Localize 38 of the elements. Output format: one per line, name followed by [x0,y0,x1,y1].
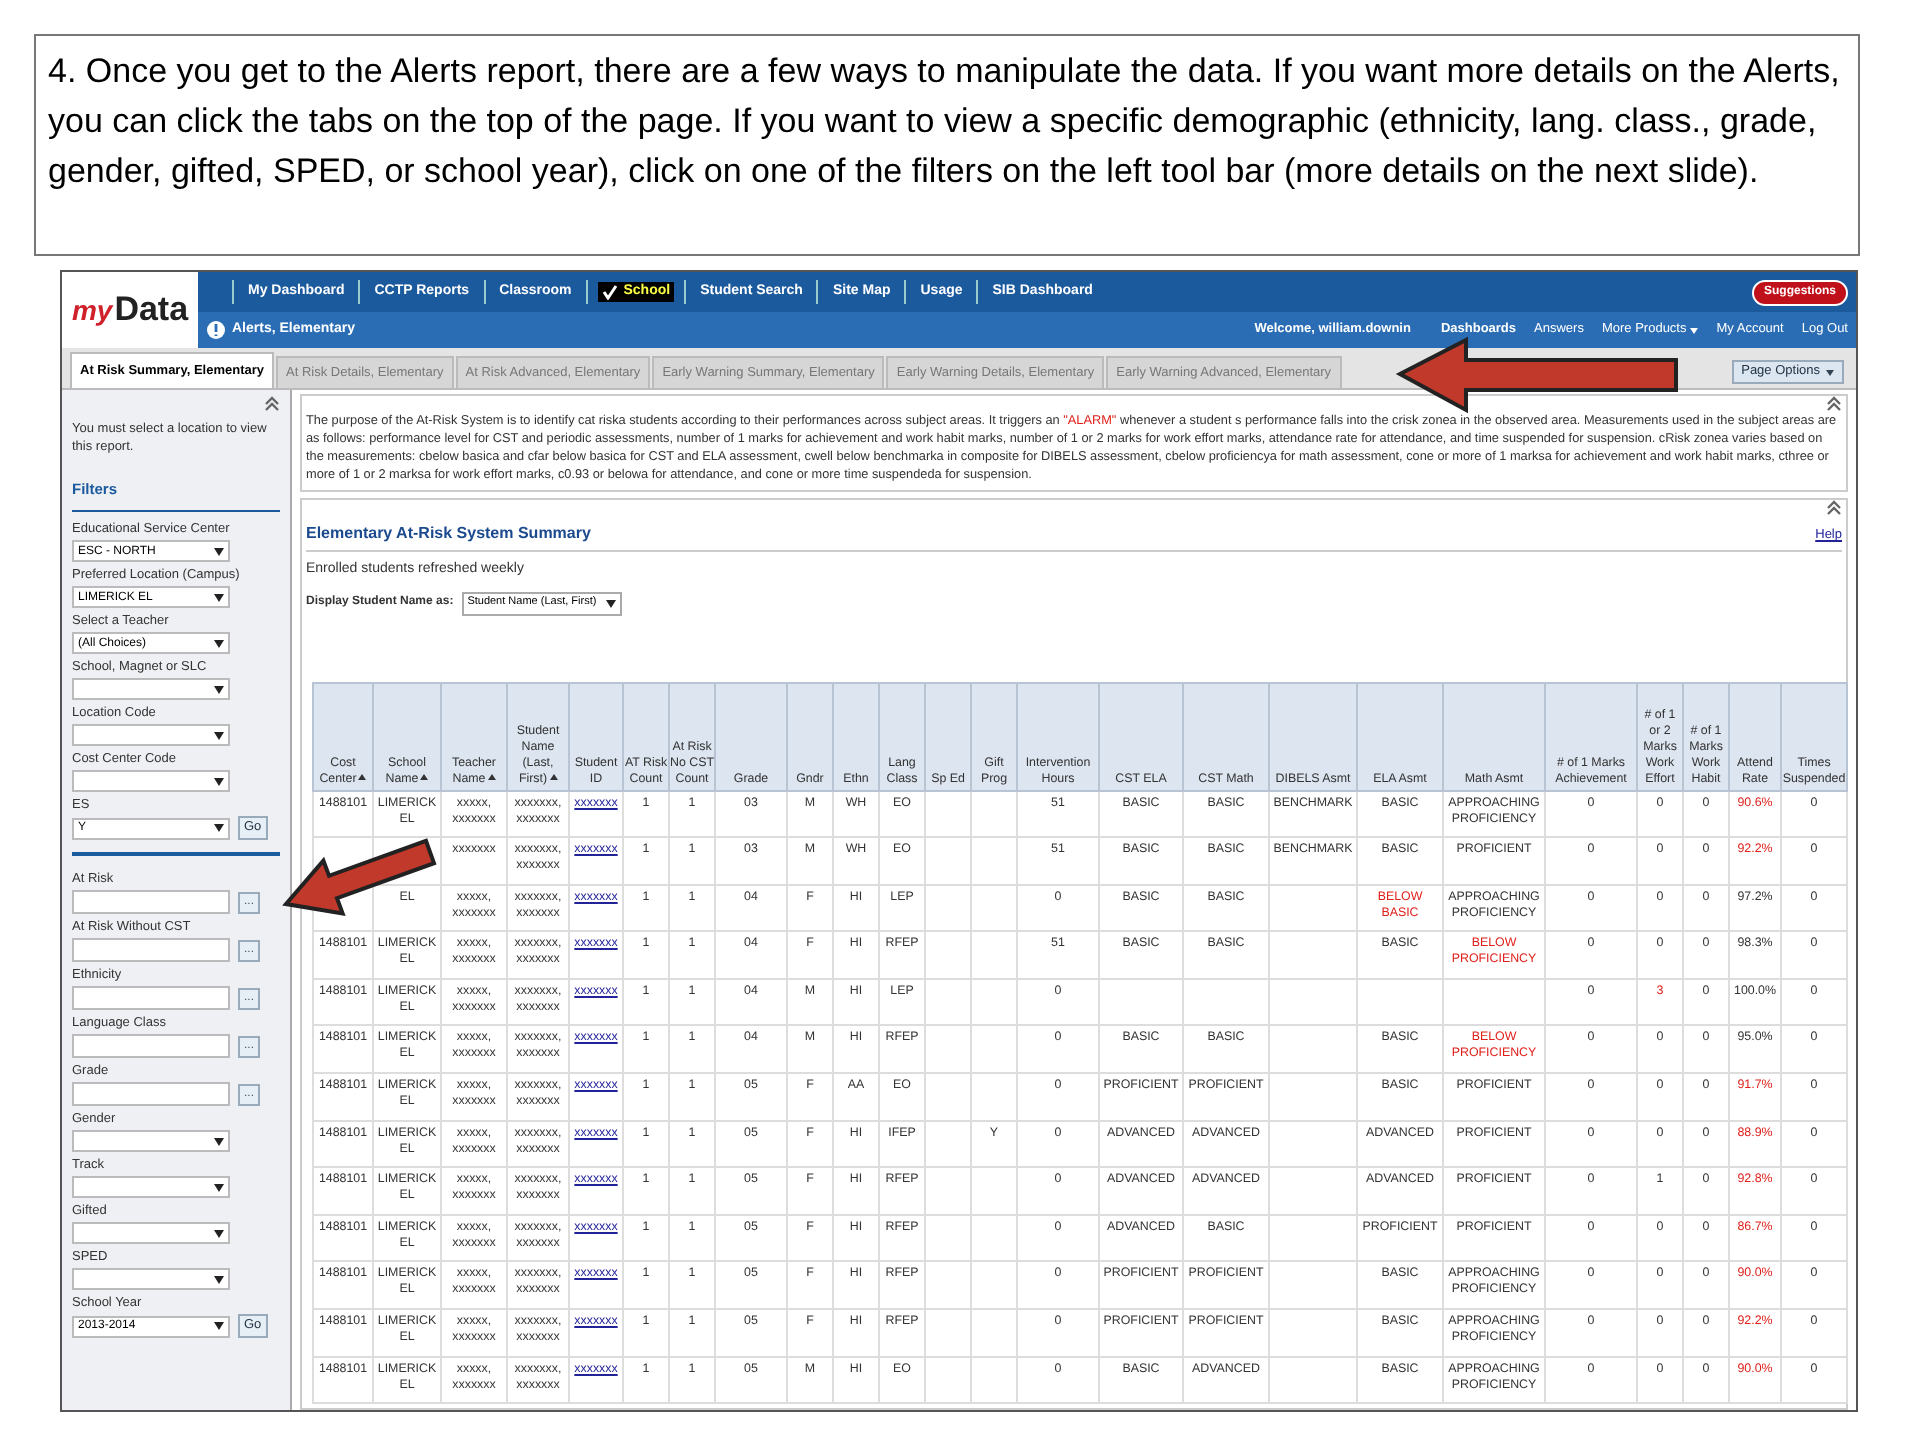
sort-icon [549,774,558,781]
dropdown-arrow-icon [214,777,224,785]
filter-select[interactable] [72,678,230,700]
dropdown-arrow-icon [214,824,224,832]
filter-select[interactable] [72,770,230,792]
dropdown-arrow-icon [214,593,224,601]
sort-icon [358,774,367,781]
caret-icon [1690,327,1699,333]
dropdown-arrow-icon [214,1183,224,1191]
dropdown-arrow-icon [214,685,224,693]
collapse-icon[interactable] [1826,396,1842,412]
check-icon [601,284,618,300]
dropdown-arrow-icon [214,547,224,555]
report-title: Elementary At-Risk System Summary [306,522,591,546]
filter-field[interactable] [72,1082,230,1106]
filter-select[interactable] [72,724,230,746]
dropdown-arrow-icon [214,1137,224,1145]
filter-field[interactable] [72,938,230,962]
dropdown-arrow-icon [214,731,224,739]
collapse-icon[interactable] [264,396,280,412]
alert-icon [206,320,226,340]
dropdown-arrow-icon [214,639,224,647]
filter-select[interactable] [72,1222,230,1244]
filter-field[interactable] [72,890,230,914]
filter-select[interactable] [72,1268,230,1290]
dropdown-arrow-icon [214,1229,224,1237]
collapse-icon[interactable] [1826,500,1842,516]
filter-field[interactable] [72,1034,230,1058]
filter-field[interactable] [72,986,230,1010]
sort-icon [487,774,496,781]
filter-select[interactable] [72,1176,230,1198]
slide-text: 4. Once you get to the Alerts report, there are a few ways to manipulate the data. If you want more details on the Alerts, you can click the tabs on the top of the page. If you want to view a specific demographic (ethnicity, lang. class., grade, gender, gifted, SPED, or school year), click on one of the filters on the left tool bar (more details on the next slide). [48,50,1842,194]
sort-icon [420,774,429,781]
caret-icon [1826,369,1834,375]
dropdown-arrow-icon [605,599,616,607]
dropdown-arrow-icon [214,1322,224,1330]
filter-select[interactable] [72,1130,230,1152]
dropdown-arrow-icon [214,1275,224,1283]
